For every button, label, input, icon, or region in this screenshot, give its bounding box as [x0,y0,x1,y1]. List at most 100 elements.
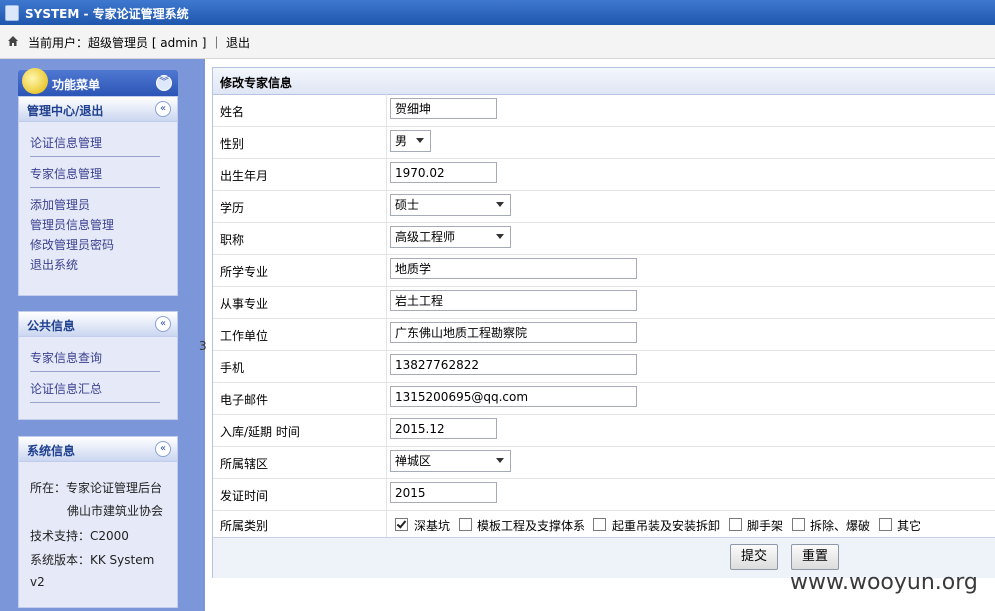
category-label-deep-pit: 深基坑 [414,519,451,533]
expand-icon[interactable]: ︾ [156,75,172,91]
row-title: 职称 高级工程师 [213,222,995,255]
education-select[interactable]: 硕士 [390,194,511,216]
gender-select[interactable]: 男 [390,130,431,152]
sidebar-item-admin-info[interactable]: 管理员信息管理 [30,216,114,233]
title-value: 高级工程师 [395,230,456,244]
row-birth: 出生年月 1970.02 [213,158,995,191]
label-profession: 从事专业 [220,297,269,311]
category-checkbox-lifting[interactable] [593,518,606,531]
app-title: SYSTEM - 专家论证管理系统 [25,7,189,21]
district-value: 禅城区 [395,454,432,468]
label-phone: 手机 [220,361,245,375]
label-major: 所学专业 [220,265,269,279]
wrench-icon [22,68,48,94]
edit-expert-form: 修改专家信息 姓名 贺细坤 性别 男 出生年月 1970.02 学历 硕士 职称… [212,67,995,578]
row-entry-time: 入库/延期 时间 2015.12 [213,414,995,447]
chevron-down-icon [496,234,504,239]
label-education: 学历 [220,201,245,215]
form-title: 修改专家信息 [220,76,293,90]
label-name: 姓名 [220,105,245,119]
panel-admin: 管理中心/退出 « 论证信息管理 专家信息管理 添加管理员 管理员信息管理 修改… [18,96,178,296]
panel-public-header: 公共信息 « [19,312,177,337]
category-checkbox-formwork[interactable] [459,518,472,531]
label-category: 所属类别 [220,519,269,533]
row-category: 所属类别 深基坑 模板工程及支撑体系 起重吊装及安装拆卸 脚手架 拆除、爆破 其… [213,510,995,537]
category-checkbox-deep-pit[interactable] [395,518,408,531]
row-email: 电子邮件 1315200695@qq.com [213,382,995,415]
category-label-scaffold: 脚手架 [747,519,784,533]
label-company: 工作单位 [220,329,269,343]
title-select[interactable]: 高级工程师 [390,226,511,248]
sidebar-item-change-password[interactable]: 修改管理员密码 [30,236,114,253]
row-major: 所学专业 地质学 [213,254,995,287]
row-education: 学历 硕士 [213,190,995,223]
row-cert-time: 发证时间 2015 [213,478,995,511]
category-checkbox-demolition[interactable] [792,518,805,531]
company-input[interactable]: 广东佛山地质工程勘察院 [390,322,637,343]
home-icon[interactable] [8,36,18,46]
major-input[interactable]: 地质学 [390,258,637,279]
panel-public: 公共信息 « 专家信息查询 论证信息汇总 [18,311,178,420]
collapse-icon[interactable]: « [155,101,171,117]
app-icon [5,5,19,21]
category-checkbox-other[interactable] [879,518,892,531]
function-menu-header[interactable]: 功能菜单 ︾ [18,68,178,96]
label-district: 所属辖区 [220,457,269,471]
divider [30,187,160,189]
label-cert-time: 发证时间 [220,489,269,503]
system-info-version: 系统版本：KK System [30,553,155,567]
category-checkbox-scaffold[interactable] [729,518,742,531]
row-phone: 手机 13827762822 [213,350,995,383]
label-birth: 出生年月 [220,169,269,183]
entry-time-input[interactable]: 2015.12 [390,418,497,439]
label-entry-time: 入库/延期 时间 [220,425,300,439]
divider [30,156,160,158]
panel-system-title: 系统信息 [27,444,76,458]
current-user-text[interactable]: 当前用户：超级管理员 [ admin ] ｜ 退出 [28,34,250,51]
collapse-icon[interactable]: « [155,316,171,332]
chevron-down-icon [496,458,504,463]
stray-character: 3 [199,339,207,353]
education-value: 硕士 [395,198,420,212]
birth-input[interactable]: 1970.02 [390,162,497,183]
category-label-formwork: 模板工程及支撑体系 [477,519,586,533]
gender-value: 男 [395,134,408,148]
sidebar-item-logout[interactable]: 退出系统 [30,256,78,273]
category-label-demolition: 拆除、爆破 [810,519,871,533]
phone-input[interactable]: 13827762822 [390,354,637,375]
chevron-down-icon [496,202,504,207]
system-info-location: 所在：专家论证管理后台 [30,481,163,495]
label-title: 职称 [220,233,245,247]
reset-button[interactable]: 重置 [791,544,839,570]
email-input[interactable]: 1315200695@qq.com [390,386,637,407]
chevron-down-icon [416,138,424,143]
submit-button[interactable]: 提交 [730,544,778,570]
district-select[interactable]: 禅城区 [390,450,511,472]
row-company: 工作单位 广东佛山地质工程勘察院 [213,318,995,351]
row-district: 所属辖区 禅城区 [213,446,995,479]
row-name: 姓名 贺细坤 [213,94,995,127]
collapse-icon[interactable]: « [155,441,171,457]
user-bar: 当前用户：超级管理员 [ admin ] ｜ 退出 [0,25,995,59]
name-input[interactable]: 贺细坤 [390,98,497,119]
sidebar-item-expert-manage[interactable]: 专家信息管理 [30,165,102,182]
sidebar-item-expert-query[interactable]: 专家信息查询 [30,349,102,366]
divider [30,371,160,373]
sidebar-item-cert-summary[interactable]: 论证信息汇总 [30,380,102,397]
panel-public-title: 公共信息 [27,319,76,333]
profession-input[interactable]: 岩土工程 [390,290,637,311]
system-info-version-suffix: v2 [30,575,45,589]
sidebar-item-add-admin[interactable]: 添加管理员 [30,196,90,213]
form-header: 修改专家信息 [213,68,995,95]
category-label-lifting: 起重吊装及安装拆卸 [612,519,721,533]
category-label-other: 其它 [897,519,922,533]
cert-time-input[interactable]: 2015 [390,482,497,503]
sidebar-item-cert-manage[interactable]: 论证信息管理 [30,134,102,151]
label-gender: 性别 [220,137,245,151]
row-profession: 从事专业 岩土工程 [213,286,995,319]
panel-system-header: 系统信息 « [19,437,177,462]
watermark: www.wooyun.org [790,570,978,595]
row-gender: 性别 男 [213,126,995,159]
panel-admin-header: 管理中心/退出 « [19,97,177,122]
panel-admin-title: 管理中心/退出 [27,104,104,118]
